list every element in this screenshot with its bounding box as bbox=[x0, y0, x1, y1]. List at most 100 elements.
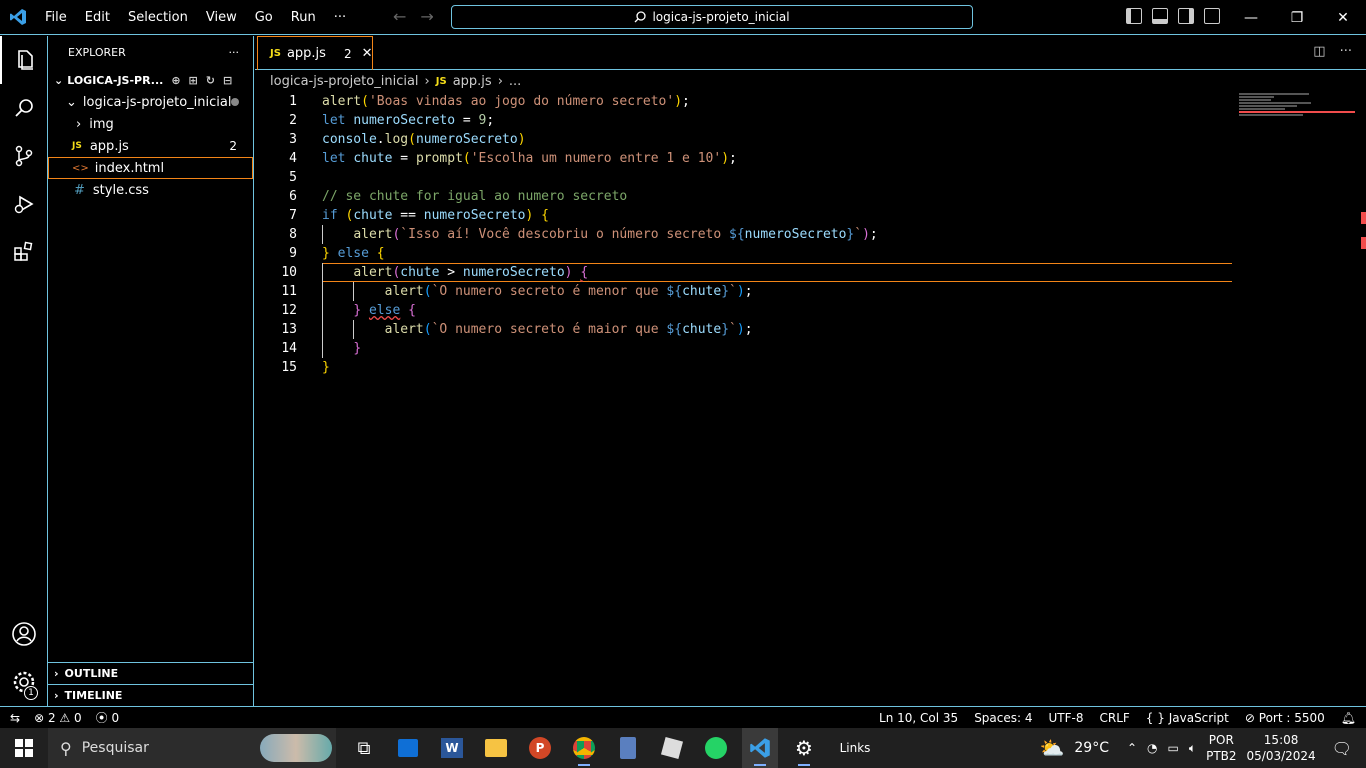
explorer-more-button[interactable]: ··· bbox=[229, 46, 240, 59]
network-icon[interactable]: ◔ bbox=[1147, 741, 1157, 755]
end-of-line[interactable]: CRLF bbox=[1099, 711, 1129, 725]
explorer-icon[interactable] bbox=[0, 36, 48, 84]
run-debug-icon[interactable] bbox=[0, 180, 48, 228]
whatsapp-icon[interactable] bbox=[698, 728, 734, 768]
toggle-panel-icon[interactable] bbox=[1152, 8, 1168, 24]
task-view-icon[interactable]: ⧉ bbox=[346, 728, 382, 768]
vscode-taskbar-icon[interactable] bbox=[742, 728, 778, 768]
taskbar-apps: ⧉ W P ⚙ Links bbox=[346, 728, 880, 768]
windows-start-icon[interactable] bbox=[0, 728, 48, 768]
menu-view[interactable]: View bbox=[197, 0, 246, 35]
weather-icon[interactable]: ⛅ bbox=[1039, 736, 1064, 760]
notification-center-icon[interactable]: 🗨︎ bbox=[1332, 739, 1352, 758]
notifications-icon[interactable]: 🔔︎ bbox=[1341, 711, 1356, 725]
folder-row[interactable]: ⌄ logica-js-projeto_inicial bbox=[48, 91, 253, 113]
menu-file[interactable]: File bbox=[36, 0, 76, 35]
breadcrumb-file[interactable]: app.js bbox=[453, 74, 492, 89]
timeline-label: TIMELINE bbox=[64, 689, 123, 702]
minimize-button[interactable]: — bbox=[1228, 0, 1274, 35]
live-server-port[interactable]: ⊘ Port : 5500 bbox=[1245, 711, 1325, 725]
powerpoint-icon[interactable]: P bbox=[522, 728, 558, 768]
input-language[interactable]: POR PTB2 bbox=[1206, 732, 1236, 764]
warning-icon: ⚠ bbox=[59, 710, 71, 725]
tree-item-index-html[interactable]: <> index.html bbox=[48, 157, 253, 179]
chevron-right-icon: › bbox=[54, 689, 59, 702]
split-editor-icon[interactable]: ◫ bbox=[1313, 44, 1325, 59]
tree-item-style-css[interactable]: # style.css bbox=[48, 179, 253, 201]
menu-more[interactable]: ··· bbox=[325, 0, 355, 35]
extensions-icon[interactable] bbox=[0, 228, 48, 276]
code-line: 4 let chute = prompt('Escolha um numero e… bbox=[289, 151, 737, 166]
encoding[interactable]: UTF-8 bbox=[1049, 711, 1084, 725]
refresh-icon[interactable]: ↻ bbox=[206, 74, 215, 87]
command-center-search[interactable]: logica-js-projeto_inicial bbox=[451, 5, 973, 29]
tree-item-label: img bbox=[89, 116, 114, 132]
new-folder-icon[interactable]: ⊞ bbox=[189, 74, 198, 87]
customize-layout-icon[interactable] bbox=[1204, 8, 1220, 24]
toggle-primary-sidebar-icon[interactable] bbox=[1126, 8, 1142, 24]
workspace-header[interactable]: ⌄ LOGICA-JS-PR... ⊕ ⊞ ↻ ⊟ bbox=[48, 69, 253, 91]
account-icon[interactable] bbox=[0, 610, 48, 658]
menu-edit[interactable]: Edit bbox=[76, 0, 119, 35]
search-sidebar-icon[interactable] bbox=[0, 84, 48, 132]
language-mode[interactable]: { } JavaScript bbox=[1146, 711, 1229, 725]
toggle-secondary-sidebar-icon[interactable] bbox=[1178, 8, 1194, 24]
search-text: logica-js-projeto_inicial bbox=[652, 10, 790, 24]
search-highlight-image bbox=[260, 734, 332, 762]
calculator-icon[interactable] bbox=[610, 728, 646, 768]
volume-icon[interactable]: 🔈︎ bbox=[1189, 741, 1196, 756]
broadcast-icon: ⦿ bbox=[95, 711, 108, 725]
breadcrumb-more[interactable]: ... bbox=[509, 74, 521, 89]
search-icon bbox=[634, 11, 647, 23]
close-icon[interactable]: ✕ bbox=[362, 46, 373, 61]
tree-item-app-js[interactable]: JS app.js 2 bbox=[48, 135, 253, 157]
forward-arrow-icon[interactable]: → bbox=[420, 7, 433, 26]
explorer-sidebar: EXPLORER ··· ⌄ LOGICA-JS-PR... ⊕ ⊞ ↻ ⊟ ⌄… bbox=[48, 36, 254, 706]
problems-indicator[interactable]: ⊗ 2 ⚠ 0 bbox=[34, 711, 82, 725]
restore-button[interactable]: ❐ bbox=[1274, 0, 1320, 35]
collapse-all-icon[interactable]: ⊟ bbox=[223, 74, 232, 87]
breadcrumb-folder[interactable]: logica-js-projeto_inicial bbox=[270, 74, 419, 89]
tree-item-img[interactable]: › img bbox=[48, 113, 253, 135]
more-actions-icon[interactable]: ··· bbox=[1340, 44, 1352, 59]
microsoft-store-icon[interactable] bbox=[390, 728, 426, 768]
tab-app-js[interactable]: JS app.js 2 ✕ bbox=[257, 36, 373, 70]
code-line: 1 alert('Boas vindas ao jogo do número se… bbox=[289, 94, 690, 109]
back-arrow-icon[interactable]: ← bbox=[393, 7, 406, 26]
code-editor[interactable]: 1 alert('Boas vindas ao jogo do número se… bbox=[255, 92, 1366, 706]
menu-go[interactable]: Go bbox=[246, 0, 282, 35]
battery-icon[interactable]: ▭ bbox=[1168, 741, 1179, 755]
remote-icon[interactable]: ⇆ bbox=[10, 711, 20, 725]
close-window-button[interactable]: ✕ bbox=[1320, 0, 1366, 35]
vscode-logo-icon bbox=[0, 0, 36, 35]
links-toolbar[interactable]: Links bbox=[830, 728, 880, 768]
chevron-up-icon[interactable]: ⌃ bbox=[1127, 741, 1137, 755]
indentation[interactable]: Spaces: 4 bbox=[974, 711, 1032, 725]
taskbar-search[interactable]: ⚲ Pesquisar bbox=[48, 728, 336, 768]
code-line: 10 alert(chute > numeroSecreto) { bbox=[281, 265, 589, 280]
timeline-section[interactable]: › TIMELINE bbox=[48, 684, 253, 706]
windows-taskbar: ⚲ Pesquisar ⧉ W P ⚙ Links ⛅ 29°C ⌃ ◔ ▭ 🔈… bbox=[0, 728, 1366, 768]
temperature[interactable]: 29°C bbox=[1074, 740, 1109, 756]
file-explorer-icon[interactable] bbox=[478, 728, 514, 768]
error-scroll-marker bbox=[1361, 237, 1366, 249]
error-icon: ⊗ bbox=[34, 710, 45, 725]
word-icon[interactable]: W bbox=[434, 728, 470, 768]
error-scroll-marker bbox=[1361, 212, 1366, 224]
navigation-arrows: ← → bbox=[393, 7, 434, 26]
chevron-right-icon: › bbox=[76, 116, 82, 132]
new-file-icon[interactable]: ⊕ bbox=[171, 74, 180, 87]
roblox-icon[interactable] bbox=[654, 728, 690, 768]
ports-indicator[interactable]: ⦿ 0 bbox=[96, 709, 119, 726]
code-line: 15} bbox=[281, 360, 330, 375]
cursor-position[interactable]: Ln 10, Col 35 bbox=[879, 711, 958, 725]
minimap[interactable] bbox=[1239, 92, 1355, 122]
source-control-icon[interactable] bbox=[0, 132, 48, 180]
menu-run[interactable]: Run bbox=[282, 0, 325, 35]
settings-gear-icon[interactable]: ⚙ bbox=[786, 728, 822, 768]
clock[interactable]: 15:08 05/03/2024 bbox=[1247, 732, 1316, 764]
outline-section[interactable]: › OUTLINE bbox=[48, 662, 253, 684]
menu-selection[interactable]: Selection bbox=[119, 0, 197, 35]
manage-gear-icon[interactable]: 1 bbox=[0, 658, 48, 706]
chrome-icon[interactable] bbox=[566, 728, 602, 768]
